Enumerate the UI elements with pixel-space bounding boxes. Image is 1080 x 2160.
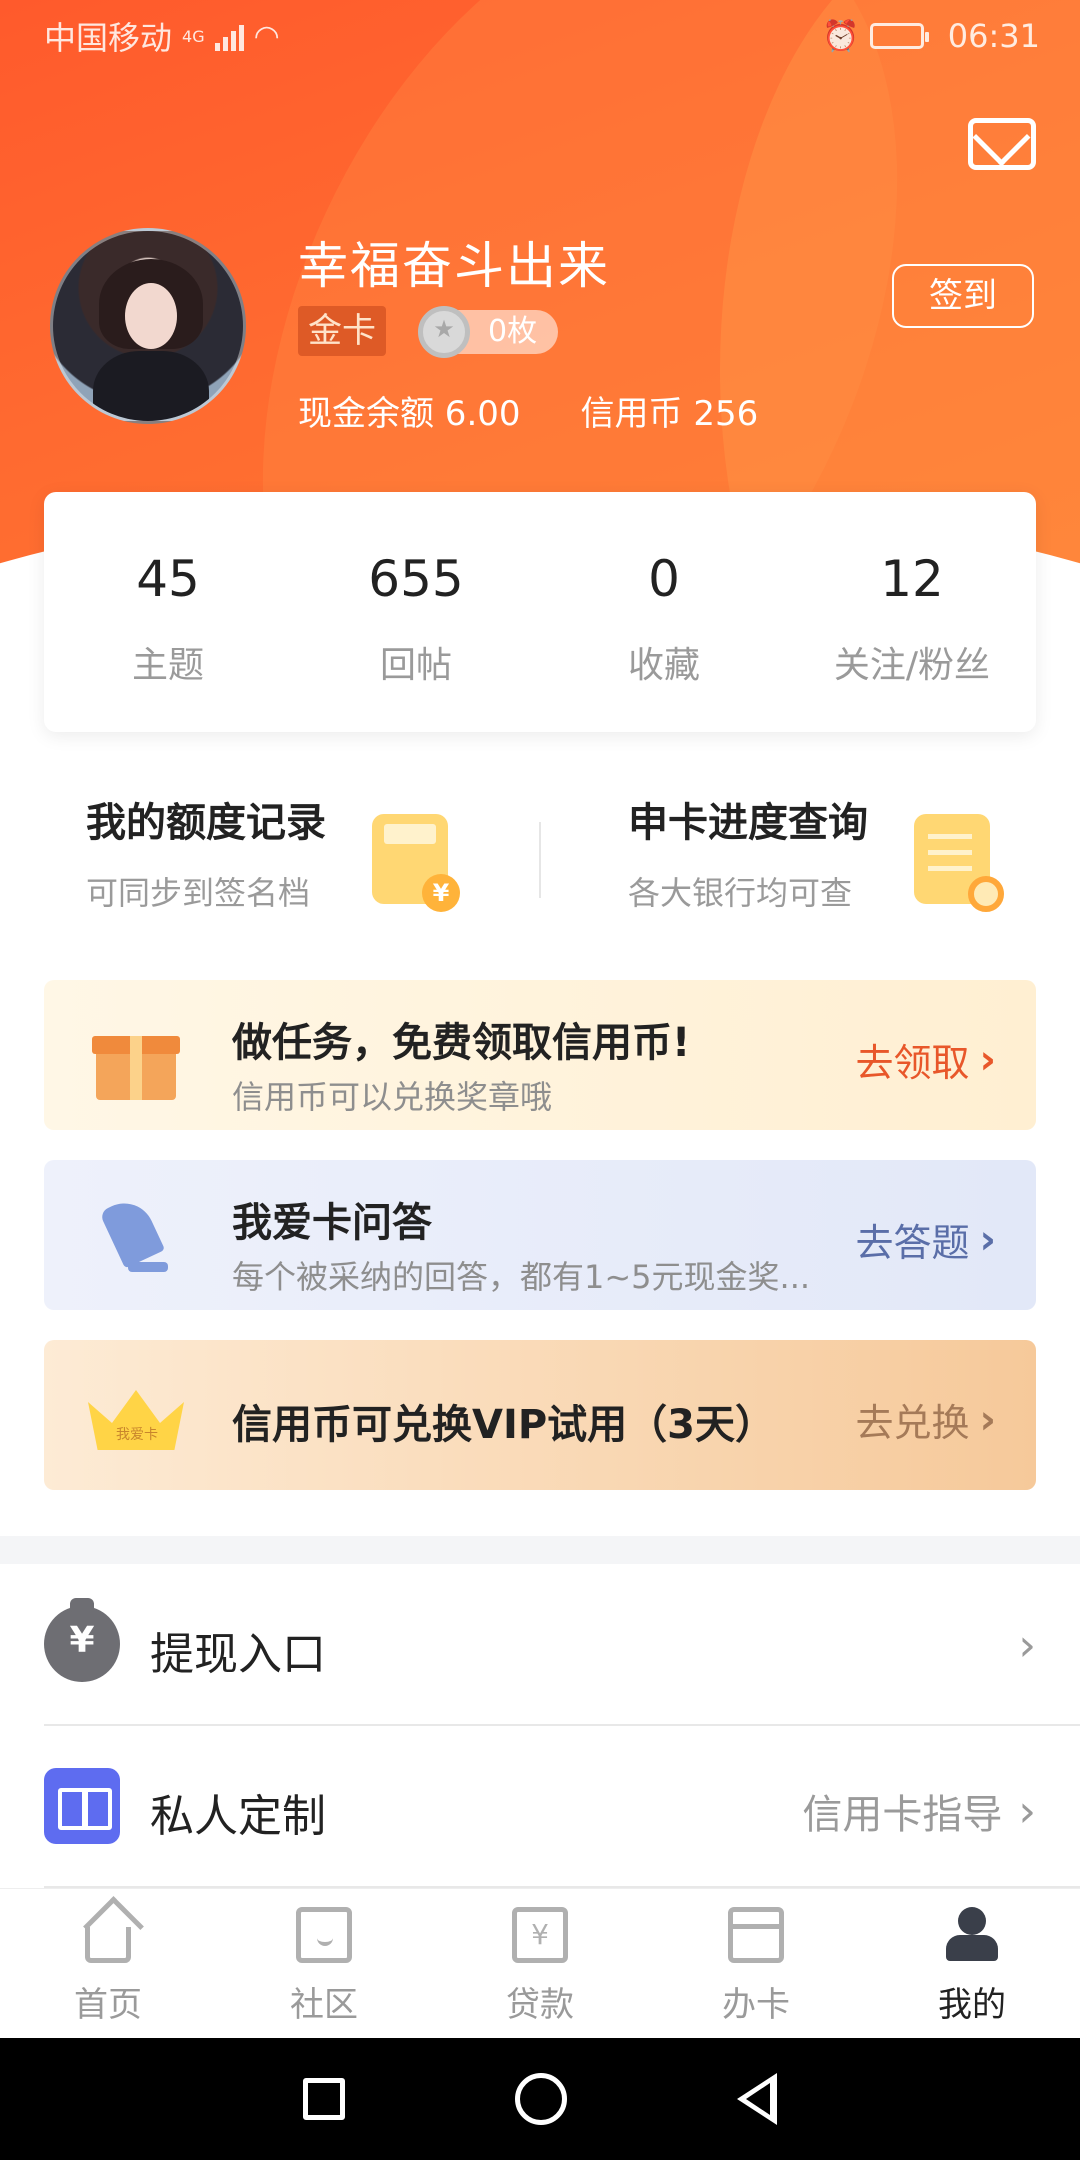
- user-icon: [944, 1907, 1000, 1963]
- qa-banner-title: 我爱卡问答: [232, 1200, 432, 1246]
- medal-count[interactable]: 0枚: [418, 306, 558, 358]
- mail-icon[interactable]: [968, 118, 1036, 170]
- stat-value: 0: [648, 550, 680, 608]
- home-icon: [85, 1927, 131, 1963]
- crown-icon: 我爱卡: [88, 1380, 184, 1450]
- pen-icon: [98, 1193, 170, 1276]
- section-separator: [0, 1536, 1080, 1564]
- cash-balance[interactable]: 现金余额 6.00: [298, 386, 521, 435]
- stat-value: 655: [368, 550, 464, 608]
- chevron-right-icon: ›: [979, 1396, 996, 1443]
- calculator-icon[interactable]: ¥: [372, 814, 460, 912]
- redeem-label: 去兑换: [855, 1401, 970, 1445]
- crown-text: 我爱卡: [116, 1427, 158, 1443]
- checkin-button[interactable]: 签到: [892, 264, 1034, 328]
- battery-icon: [869, 23, 929, 49]
- nav-loan[interactable]: 贷款: [432, 1889, 648, 2038]
- book-icon: [44, 1768, 120, 1844]
- wifi-icon: ◠: [253, 18, 280, 54]
- vip-banner-title: 信用币可兑换VIP试用（3天）: [232, 1402, 775, 1448]
- claim-button[interactable]: 去领取 ›: [856, 1032, 997, 1087]
- gift-icon: [92, 1022, 180, 1100]
- medal-icon: [418, 306, 470, 358]
- credit-coins[interactable]: 信用币 256: [581, 386, 759, 435]
- username: 幸福奋斗出来: [298, 237, 610, 295]
- divider: [539, 822, 541, 898]
- carrier-name: 中国移动: [44, 19, 173, 57]
- card-progress-title: 申卡进度查询: [628, 800, 868, 846]
- chevron-right-icon: ›: [1018, 1620, 1036, 1671]
- nav-label: 首页: [74, 1985, 142, 2025]
- stat-follows[interactable]: 12 关注/粉丝: [788, 492, 1036, 732]
- stat-value: 45: [136, 550, 200, 608]
- stat-favorites[interactable]: 0 收藏: [540, 492, 788, 732]
- answer-label: 去答题: [855, 1221, 970, 1265]
- quota-record-entry[interactable]: 我的额度记录 可同步到签名档: [86, 790, 326, 914]
- network-type: 4G: [182, 27, 205, 46]
- quota-record-subtitle: 可同步到签名档: [86, 874, 311, 912]
- claim-label: 去领取: [855, 1041, 970, 1085]
- chevron-right-icon: ›: [979, 1036, 996, 1083]
- card-progress-entry[interactable]: 申卡进度查询 各大银行均可查: [628, 790, 868, 914]
- chat-icon: [296, 1907, 352, 1963]
- money-bag-icon: ¥: [44, 1598, 120, 1682]
- clock: 06:31: [947, 17, 1040, 55]
- vip-banner[interactable]: 我爱卡 信用币可兑换VIP试用（3天） 去兑换 ›: [44, 1340, 1036, 1490]
- stat-value: 12: [880, 550, 944, 608]
- qa-banner[interactable]: 我爱卡问答 每个被采纳的回答，都有1~5元现金奖... 去答题 ›: [44, 1160, 1036, 1310]
- task-banner[interactable]: 做任务，免费领取信用币! 信用币可以兑换奖章哦 去领取 ›: [44, 980, 1036, 1130]
- medal-count-label: 0枚: [488, 314, 538, 349]
- home-button-icon[interactable]: [515, 2073, 567, 2125]
- loan-icon: [512, 1907, 568, 1963]
- quick-tools: 我的额度记录 可同步到签名档 ¥ 申卡进度查询 各大银行均可查: [0, 790, 1080, 940]
- signal-icon: [214, 21, 244, 51]
- alarm-icon: ⏰: [822, 18, 860, 54]
- chevron-right-icon: ›: [1018, 1785, 1036, 1837]
- nav-label: 我的: [938, 1985, 1006, 2025]
- stat-topics[interactable]: 45 主题: [44, 492, 292, 732]
- task-banner-subtitle: 信用币可以兑换奖章哦: [232, 1078, 553, 1116]
- stat-label: 关注/粉丝: [833, 645, 991, 686]
- nav-label: 办卡: [722, 1985, 790, 2025]
- stat-label: 主题: [131, 645, 204, 686]
- nav-me[interactable]: 我的: [864, 1889, 1080, 2038]
- avatar[interactable]: [50, 228, 246, 424]
- nav-home[interactable]: 首页: [0, 1889, 216, 2038]
- answer-button[interactable]: 去答题 ›: [856, 1212, 997, 1267]
- chevron-right-icon: ›: [979, 1216, 996, 1263]
- balances: 现金余额 6.00 信用币 256: [298, 386, 758, 435]
- back-icon[interactable]: [737, 2073, 777, 2125]
- stat-replies[interactable]: 655 回帖: [292, 492, 540, 732]
- system-nav: [0, 2038, 1080, 2160]
- level-badge[interactable]: 金卡: [298, 306, 386, 356]
- recents-icon[interactable]: [303, 2078, 345, 2120]
- bottom-nav: 首页 社区 贷款 办卡 我的: [0, 1888, 1080, 2038]
- custom-value: 信用卡指导: [802, 1792, 1003, 1838]
- document-search-icon[interactable]: [914, 814, 1004, 912]
- qa-banner-subtitle: 每个被采纳的回答，都有1~5元现金奖...: [232, 1258, 811, 1296]
- nav-label: 贷款: [506, 1985, 574, 2025]
- stat-label: 收藏: [627, 645, 700, 686]
- withdraw-label: 提现入口: [150, 1629, 326, 1680]
- stats-card: 45 主题 655 回帖 0 收藏 12 关注/粉丝: [44, 492, 1036, 732]
- card-icon: [728, 1907, 784, 1963]
- custom-row[interactable]: 私人定制 信用卡指导 ›: [0, 1726, 1080, 1886]
- nav-label: 社区: [290, 1985, 358, 2025]
- withdraw-row[interactable]: ¥ 提现入口 ›: [0, 1564, 1080, 1724]
- stat-label: 回帖: [379, 645, 452, 686]
- redeem-button[interactable]: 去兑换 ›: [856, 1392, 997, 1447]
- nav-community[interactable]: 社区: [216, 1889, 432, 2038]
- custom-label: 私人定制: [150, 1791, 326, 1842]
- nav-card[interactable]: 办卡: [648, 1889, 864, 2038]
- task-banner-title: 做任务，免费领取信用币!: [232, 1020, 691, 1066]
- card-progress-subtitle: 各大银行均可查: [628, 874, 853, 912]
- status-bar: 中国移动 4G ◠ ⏰ 06:31: [0, 0, 1080, 72]
- quota-record-title: 我的额度记录: [86, 800, 326, 846]
